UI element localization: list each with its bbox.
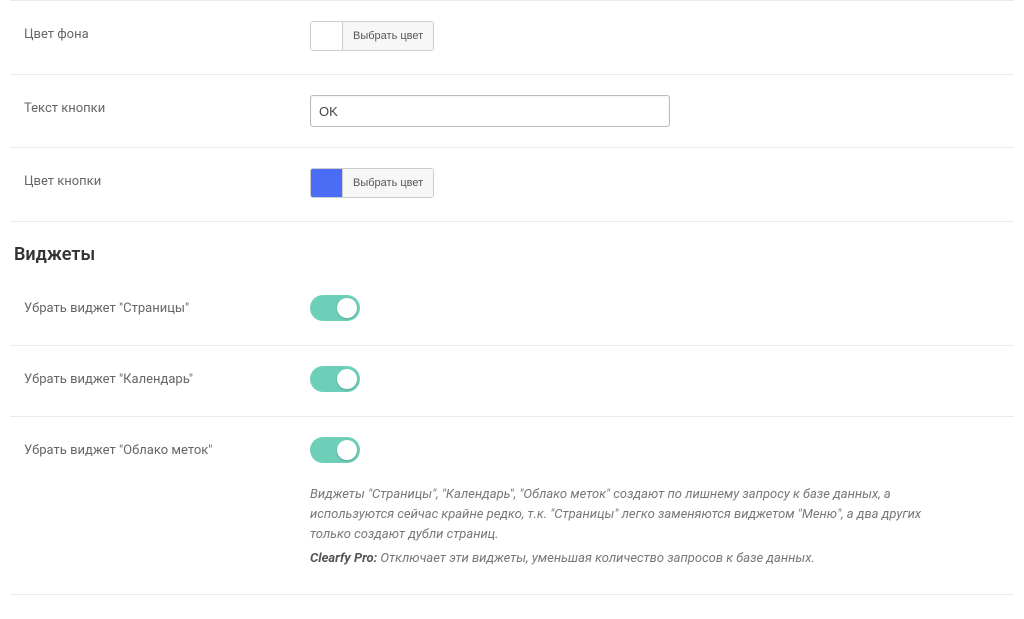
label-button-color: Цвет кнопки <box>10 168 310 195</box>
button-text-input[interactable] <box>310 95 670 127</box>
toggle-widget-calendar[interactable] <box>310 366 360 392</box>
desc-bold: Clearfy Pro: <box>310 551 377 566</box>
label-bg-color: Цвет фона <box>10 21 310 48</box>
label-button-text: Текст кнопки <box>10 95 310 122</box>
button-color-button[interactable]: Выбрать цвет <box>343 169 433 197</box>
color-swatch-icon <box>311 169 343 197</box>
label-widget-tagcloud: Убрать виджет "Облако меток" <box>10 437 310 464</box>
toggle-widget-tagcloud[interactable] <box>310 437 360 463</box>
bg-color-picker[interactable]: Выбрать цвет <box>310 21 434 51</box>
desc-line-2: Clearfy Pro: Отключает эти виджеты, умен… <box>310 549 960 569</box>
label-widget-calendar: Убрать виджет "Календарь" <box>10 366 310 393</box>
row-button-color: Цвет кнопки Выбрать цвет <box>10 148 1014 222</box>
row-button-text: Текст кнопки <box>10 75 1014 148</box>
toggle-widget-pages[interactable] <box>310 295 360 321</box>
desc-rest: Отключает эти виджеты, уменьшая количест… <box>377 551 815 566</box>
row-bg-color: Цвет фона Выбрать цвет <box>10 1 1014 75</box>
button-color-picker[interactable]: Выбрать цвет <box>310 168 434 198</box>
bg-color-button[interactable]: Выбрать цвет <box>343 22 433 50</box>
desc-line-1: Виджеты "Страницы", "Календарь", "Облако… <box>310 485 960 545</box>
row-widget-calendar: Убрать виджет "Календарь" <box>10 346 1014 417</box>
color-swatch-icon <box>311 22 343 50</box>
row-widget-tagcloud: Убрать виджет "Облако меток" Виджеты "Ст… <box>10 417 1014 595</box>
section-title-widgets: Виджеты <box>0 222 1014 275</box>
widgets-description: Виджеты "Страницы", "Календарь", "Облако… <box>310 485 960 570</box>
label-widget-pages: Убрать виджет "Страницы" <box>10 295 310 322</box>
row-widget-pages: Убрать виджет "Страницы" <box>10 275 1014 346</box>
